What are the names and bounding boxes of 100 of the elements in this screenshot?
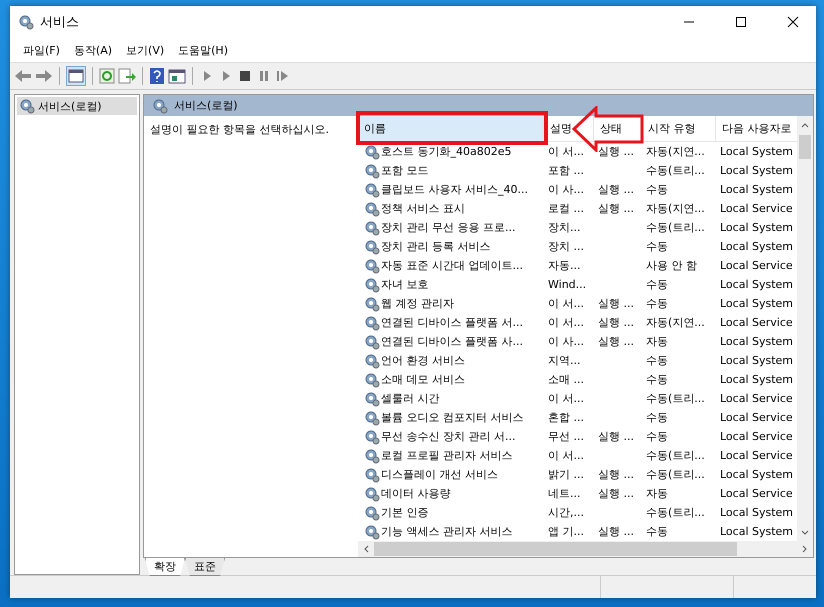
table-cell-text: 실행 ... (597, 315, 635, 330)
refresh-icon[interactable] (99, 68, 115, 84)
table-cell: 언어 환경 서비스 (381, 353, 465, 368)
table-cell-text: 수동 (645, 410, 669, 425)
table-cell: 호스트 동기화_40a802e5 (381, 144, 512, 159)
table-cell-text: 수동(트리... (645, 505, 706, 520)
table-cell-text: 로컬 ... (547, 201, 585, 216)
table-cell-text: 자동(지연... (645, 315, 706, 330)
table-cell: 포함 모드 (381, 163, 428, 178)
table-cell-text: 실행 ... (597, 524, 635, 539)
table-cell-text: 시간,... (547, 505, 585, 520)
table-cell: 로컬 프로필 관리자 서비스 (381, 448, 512, 463)
menu-item[interactable]: 동작(A) (66, 42, 120, 58)
table-cell-text: 실행 ... (597, 296, 635, 311)
horizontal-scrollbar[interactable] (358, 541, 813, 557)
table-cell-text: 이 서... (547, 296, 585, 311)
menu-item[interactable]: 보기(V) (119, 42, 172, 58)
table-cell: 장치 관리 등록 서비스 (381, 239, 490, 254)
table-cell: 셀룰러 시간 (381, 391, 440, 406)
menu-item[interactable]: 도움말(H) (171, 42, 235, 58)
table-cell-text: 수동 (645, 353, 669, 368)
table-cell-text: Local System (719, 297, 794, 310)
table-cell-text: 수동(트리... (645, 448, 706, 463)
table-cell-text: 수동 (645, 429, 669, 444)
table-cell-text: Local System (719, 278, 794, 291)
table-cell-text: 수동 (645, 524, 669, 539)
gear-icon (364, 220, 380, 236)
gear-icon (364, 200, 380, 216)
table-cell-text: 이 서... (547, 144, 585, 159)
table-cell-text: 자동... (547, 258, 582, 273)
table-cell-text: 자동(지연... (645, 144, 706, 159)
export-list-icon[interactable] (118, 68, 136, 84)
vertical-scrollbar[interactable] (797, 116, 813, 541)
table-cell: 클립보드 사용자 서비스_40... (381, 182, 528, 197)
console-tree-icon[interactable] (66, 66, 86, 86)
table-cell-text: Local System (719, 164, 794, 177)
table-cell-text: 밝기 ... (547, 467, 585, 482)
table-cell-text: 이 서... (547, 448, 585, 463)
table-cell: 연결된 디바이스 플랫폼 서... (381, 315, 523, 330)
scroll-left-icon[interactable] (363, 545, 369, 553)
help-icon[interactable] (149, 67, 165, 85)
table-cell-text: 실행 ... (597, 144, 635, 159)
stop-icon[interactable] (237, 68, 253, 84)
table-cell-text: 자동(지연... (645, 201, 706, 216)
table-cell-text: 이 서... (547, 391, 585, 406)
scroll-thumb[interactable] (374, 542, 737, 556)
table-cell-text: Local Service (719, 430, 794, 443)
table-cell: 웹 계정 관리자 (381, 296, 454, 311)
table-cell-text: Local System (719, 335, 794, 348)
table-cell: 기본 인증 (381, 505, 428, 520)
table-cell-text: 자동 (645, 486, 669, 501)
table-cell-text: 네트... (547, 486, 582, 501)
column-header[interactable]: 설명 (544, 116, 594, 141)
table-cell: 디스플레이 개선 서비스 (381, 467, 498, 482)
table-cell-text: Local Service (719, 411, 794, 424)
table-cell-text: 실행 ... (597, 334, 635, 349)
table-cell-text: Local System (719, 240, 794, 253)
table-cell-text: Local System (719, 183, 794, 196)
scroll-right-icon[interactable] (802, 545, 808, 553)
scroll-thumb[interactable] (799, 135, 811, 159)
table-cell-text: 앱 기... (547, 524, 585, 539)
gear-icon (364, 428, 380, 444)
table-cell-text: 수동 (645, 372, 669, 387)
table-cell: 무선 송수신 장치 관리 서... (381, 429, 516, 444)
gear-icon (364, 144, 380, 160)
tree-item[interactable]: 서비스(로컬) (17, 97, 137, 115)
gear-icon (364, 466, 380, 482)
properties-pane-icon[interactable] (168, 68, 186, 84)
table-cell: 데이터 사용량 (381, 486, 450, 501)
scroll-up-icon[interactable] (801, 122, 809, 128)
gear-icon (364, 296, 380, 312)
table-cell: 자동 표준 시간대 업데이트... (381, 258, 523, 273)
table-cell-text: Local System (719, 506, 794, 519)
back-icon[interactable] (14, 68, 32, 84)
table-cell-text: Local System (719, 373, 794, 386)
table-cell-text: 수동(트리... (645, 391, 706, 406)
table-cell-text: 실행 ... (597, 201, 635, 216)
table-cell-text: 실행 ... (597, 486, 635, 501)
scroll-down-icon[interactable] (801, 530, 809, 536)
view-tab[interactable]: 확장 (145, 558, 185, 576)
gear-icon (364, 238, 380, 254)
column-header[interactable]: 시작 유형 (642, 116, 716, 141)
forward-icon[interactable] (35, 68, 53, 84)
table-cell-text: Local System (719, 145, 794, 158)
table-cell-text: 장치... (547, 220, 582, 235)
table-cell: 볼륨 오디오 컴포지터 서비스 (381, 410, 524, 425)
table-cell: 장치 관리 무선 응용 프로... (381, 220, 516, 235)
table-cell-text: Local System (719, 525, 794, 538)
table-cell-text: 수동(트리... (645, 163, 706, 178)
menu-item[interactable]: 파일(F) (16, 42, 67, 58)
table-cell-text: 소매 ... (547, 372, 585, 387)
table-cell-text: Local Service (719, 392, 794, 405)
view-tab[interactable]: 표준 (185, 558, 225, 576)
column-header[interactable]: 이름 (358, 116, 544, 141)
table-cell-text: 수동 (645, 182, 669, 197)
services-icon (18, 14, 34, 30)
table-cell-text: Local Service (719, 487, 794, 500)
table-cell-text: Local Service (719, 202, 794, 215)
table-cell-text: 실행 ... (597, 182, 635, 197)
gear-icon (364, 504, 380, 520)
